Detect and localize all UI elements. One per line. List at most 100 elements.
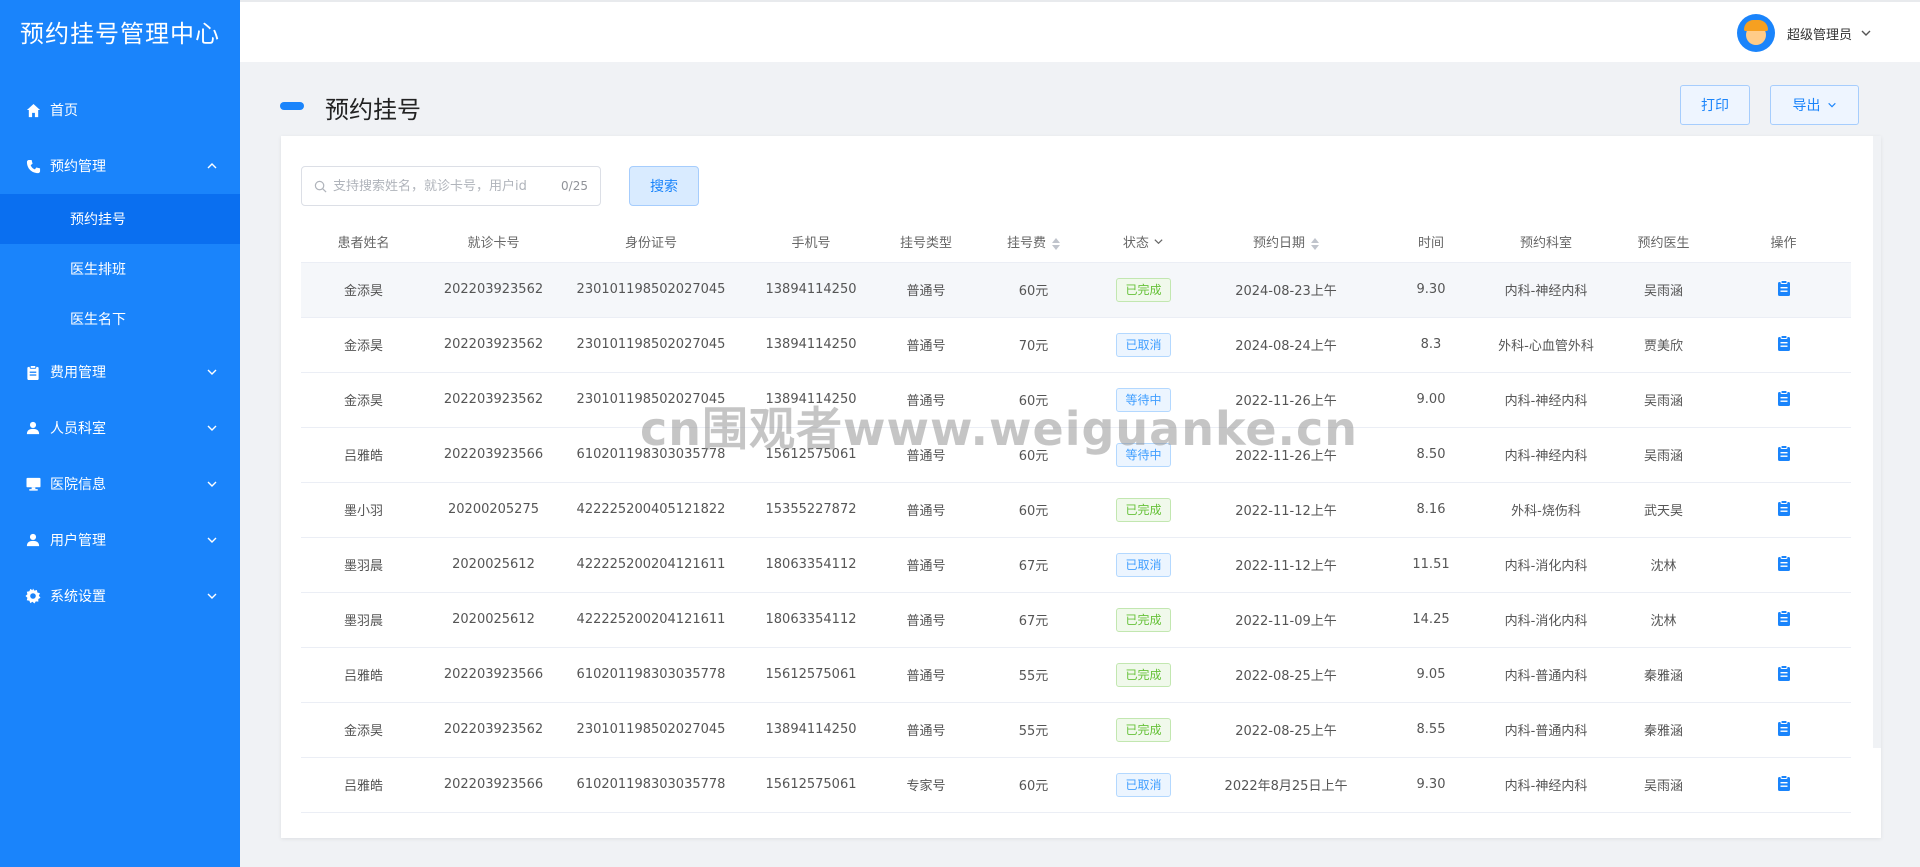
user-icon [24, 419, 42, 437]
table-cell: 202203923562 [426, 262, 561, 318]
clipboard-icon[interactable] [1777, 389, 1791, 410]
search-button[interactable]: 搜索 [629, 166, 699, 206]
sidebar-subitem-doctor-schedule[interactable]: 医生排班 [0, 244, 240, 294]
table-cell: 9.30 [1381, 262, 1481, 318]
sidebar-item-appointment[interactable]: 预约管理 [0, 138, 240, 194]
appointments-table: 患者姓名 就诊卡号 身份证号 手机号 挂号类型 挂号费 状态 预约日期 时间 预… [301, 222, 1851, 813]
clipboard-icon[interactable] [1777, 719, 1791, 740]
table-cell: 2020025612 [426, 537, 561, 593]
sidebar-item-fees[interactable]: 费用管理 [0, 344, 240, 400]
sidebar-subitem-appointment[interactable]: 预约挂号 [0, 194, 240, 244]
sidebar-item-user-management[interactable]: 用户管理 [0, 512, 240, 568]
sidebar-item-system-settings[interactable]: 系统设置 [0, 568, 240, 624]
sidebar-item-label: 预约管理 [50, 159, 106, 175]
chevron-down-icon [207, 537, 217, 543]
chevron-down-icon [1154, 239, 1163, 245]
table-cell: 202203923562 [426, 317, 561, 373]
brand-title: 预约挂号管理中心 [20, 19, 220, 48]
table-cell-actions [1716, 757, 1851, 813]
search-input[interactable] [333, 178, 562, 194]
table-cell: 230101198502027045 [561, 262, 741, 318]
sort-icon[interactable] [1311, 237, 1319, 250]
table-cell: 墨小羽 [301, 482, 426, 538]
table-cell: 2022-08-25上午 [1191, 702, 1381, 758]
sidebar-item-home[interactable]: 首页 [0, 82, 240, 138]
table-cell-actions [1716, 702, 1851, 758]
table-cell: 内科-普通内科 [1481, 702, 1611, 758]
table-cell: 14.25 [1381, 592, 1481, 648]
clipboard-icon[interactable] [1777, 609, 1791, 630]
avatar [1736, 14, 1775, 52]
table-cell-actions [1716, 372, 1851, 428]
phone-icon [24, 157, 42, 175]
clipboard-icon[interactable] [1777, 664, 1791, 685]
table-cell: 15355227872 [741, 482, 881, 538]
table-cell: 已取消 [1096, 757, 1191, 813]
column-header-filter[interactable]: 状态 [1096, 222, 1191, 263]
table-cell: 内科-神经内科 [1481, 427, 1611, 483]
column-header-sortable[interactable]: 挂号费 [971, 222, 1096, 263]
vertical-scrollbar[interactable] [1873, 136, 1881, 748]
table-cell: 8.16 [1381, 482, 1481, 538]
status-badge: 等待中 [1116, 442, 1171, 467]
table-cell: 墨羽晨 [301, 592, 426, 648]
table-row: 墨小羽 20200205275 422225200405121822 15355227… [301, 482, 1851, 538]
table-cell: 610201198303035778 [561, 757, 741, 813]
table-cell: 13894114250 [741, 702, 881, 758]
user-menu[interactable]: 超级管理员 [1736, 14, 1872, 52]
table-cell: 外科-烧伤科 [1481, 482, 1611, 538]
chevron-down-icon [207, 593, 217, 599]
gear-icon [24, 587, 42, 605]
sidebar-subitem-doctor-list[interactable]: 医生名下 [0, 294, 240, 344]
table-cell: 11.51 [1381, 537, 1481, 593]
user-name: 超级管理员 [1786, 27, 1852, 43]
table-cell: 吴雨涵 [1611, 427, 1716, 483]
home-icon [24, 101, 42, 119]
clipboard-icon[interactable] [1777, 444, 1791, 465]
clipboard-icon[interactable] [1777, 554, 1791, 575]
column-header: 身份证号 [561, 222, 741, 263]
table-cell: 60元 [971, 372, 1096, 428]
table-cell: 2022-11-09上午 [1191, 592, 1381, 648]
clipboard-icon[interactable] [1777, 499, 1791, 520]
print-button[interactable]: 打印 [1680, 85, 1750, 125]
table-cell: 9.30 [1381, 757, 1481, 813]
table-cell: 230101198502027045 [561, 317, 741, 373]
table-cell: 内科-神经内科 [1481, 372, 1611, 428]
chevron-down-icon [207, 481, 217, 487]
chevron-down-icon [207, 425, 217, 431]
clipboard-icon[interactable] [1777, 279, 1791, 300]
status-badge: 等待中 [1116, 387, 1171, 412]
content-card: 0/25 搜索 患者姓名 就诊卡号 身份证号 手机号 挂号类型 挂号费 状态 预… [281, 136, 1881, 838]
sidebar-item-staff-departments[interactable]: 人员科室 [0, 400, 240, 456]
table-cell: 吕雅皓 [301, 427, 426, 483]
column-header-label: 状态 [1122, 236, 1149, 252]
table-row: 墨羽晨 2020025612 422225200204121611 180633541… [301, 537, 1851, 593]
clipboard-icon[interactable] [1777, 334, 1791, 355]
table-cell: 60元 [971, 757, 1096, 813]
table-cell: 20200205275 [426, 482, 561, 538]
table-cell: 内科-消化内科 [1481, 537, 1611, 593]
sort-icon[interactable] [1052, 237, 1060, 250]
table-cell: 吴雨涵 [1611, 262, 1716, 318]
sidebar-item-hospital-info[interactable]: 医院信息 [0, 456, 240, 512]
column-header-sortable[interactable]: 预约日期 [1191, 222, 1381, 263]
table-cell: 已取消 [1096, 317, 1191, 373]
table-cell: 2024-08-23上午 [1191, 262, 1381, 318]
table-cell: 已完成 [1096, 702, 1191, 758]
clipboard-icon[interactable] [1777, 774, 1791, 795]
table-cell: 2022年8月25日上午 [1191, 757, 1381, 813]
status-badge: 已完成 [1116, 662, 1171, 687]
table-cell-actions [1716, 482, 1851, 538]
table-cell: 2022-11-26上午 [1191, 372, 1381, 428]
table-cell-actions [1716, 537, 1851, 593]
table-header-row: 患者姓名 就诊卡号 身份证号 手机号 挂号类型 挂号费 状态 预约日期 时间 预… [301, 222, 1851, 263]
export-button[interactable]: 导出 [1770, 85, 1859, 125]
page-head: 预约挂号 打印 导出 [240, 62, 1920, 136]
table-cell: 吕雅皓 [301, 647, 426, 703]
search-field[interactable]: 0/25 [301, 166, 601, 206]
user-icon [24, 531, 42, 549]
column-header: 预约科室 [1481, 222, 1611, 263]
table-cell: 67元 [971, 592, 1096, 648]
chevron-down-icon [1827, 102, 1836, 108]
